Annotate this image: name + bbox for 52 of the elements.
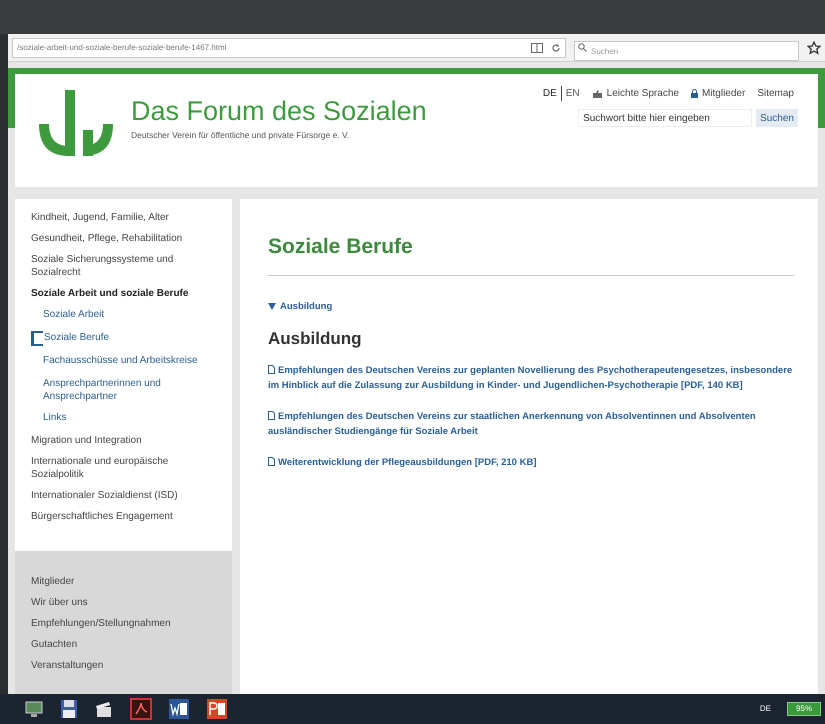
nav-link[interactable]: Kindheit, Jugend, Familie, Alter bbox=[31, 207, 216, 228]
computer-icon[interactable] bbox=[24, 699, 44, 719]
nav-link[interactable]: Internationaler Sozialdienst (ISD) bbox=[31, 485, 216, 506]
nav-link[interactable]: Mitglieder bbox=[31, 571, 216, 592]
nav-link[interactable]: Empfehlungen/Stellungnahmen bbox=[31, 613, 216, 634]
nav-link[interactable]: Wir über uns bbox=[31, 592, 216, 613]
search-icon bbox=[578, 42, 587, 52]
section-heading: Ausbildung bbox=[268, 328, 362, 350]
pdf-app-icon[interactable] bbox=[130, 698, 152, 720]
language-indicator[interactable]: DE bbox=[760, 703, 771, 715]
section-toggle[interactable]: Ausbildung bbox=[268, 300, 332, 314]
reader-view-icon[interactable] bbox=[531, 42, 543, 52]
nav-link[interactable]: Links bbox=[43, 411, 203, 424]
page-title: Soziale Berufe bbox=[268, 231, 794, 276]
reload-icon[interactable] bbox=[551, 42, 561, 52]
nav-link[interactable]: Bürgerschaftliches Engagement bbox=[31, 506, 216, 527]
nav-link[interactable]: Veranstaltungen bbox=[31, 655, 216, 676]
site-subtitle: Deutscher Verein für öffentliche und private Fürsorge e. V. bbox=[131, 129, 350, 142]
nav-link[interactable]: Soziale Berufe bbox=[44, 331, 194, 344]
document-icon bbox=[268, 365, 275, 374]
site-search-field[interactable]: Suchwort bitte hier eingeben bbox=[578, 109, 752, 127]
word-app-icon[interactable] bbox=[168, 698, 190, 720]
battery-indicator[interactable]: 95% bbox=[786, 702, 821, 716]
nav-link[interactable]: Gesundheit, Pflege, Rehabilitation bbox=[31, 228, 216, 249]
nav-link[interactable]: Gutachten bbox=[31, 634, 216, 655]
nav-link[interactable]: Migration und Integration bbox=[31, 430, 216, 451]
browser-search-field[interactable]: Suchen bbox=[574, 41, 799, 61]
bookmark-star-icon[interactable] bbox=[807, 40, 821, 54]
language-link[interactable]: EN bbox=[560, 86, 580, 101]
nav-link[interactable]: Soziale Arbeit und soziale Berufe bbox=[31, 283, 216, 304]
nav-link[interactable]: Internationale und europäische Sozialpolitik bbox=[31, 451, 216, 485]
nav-link[interactable]: Fachausschüsse und Arbeitskreise bbox=[43, 354, 203, 367]
header-link[interactable]: Mitglieder bbox=[702, 86, 746, 101]
clapperboard-icon[interactable] bbox=[94, 699, 114, 719]
header-link[interactable]: Leichte Sprache bbox=[606, 86, 679, 101]
document-link[interactable]: Empfehlungen des Deutschen Vereins zur geplanten Novellierung des Psychotherapeutengesetzes, insbesondere im Hinblick auf die Zulassung zur Ausbildung in Kinder- und Jugendlichen-Psychotherapie [PDF, 140 KB] bbox=[268, 363, 794, 394]
document-link[interactable]: Weiterentwicklung der Pflegeausbildungen [PDF, 210 KB] bbox=[268, 455, 794, 470]
site-title: Das Forum des Sozialen bbox=[131, 98, 427, 125]
url-field[interactable]: /soziale-arbeit-und-soziale-berufe-soziale-berufe-1467.html bbox=[12, 38, 566, 58]
nav-link[interactable]: Soziale Arbeit bbox=[43, 308, 203, 321]
powerpoint-app-icon[interactable] bbox=[206, 698, 228, 720]
lock-icon bbox=[690, 89, 698, 98]
document-icon bbox=[268, 457, 275, 466]
url-text: /soziale-arbeit-und-soziale-berufe-soziale-berufe-1467.html bbox=[17, 42, 228, 54]
triangle-down-icon bbox=[268, 303, 276, 310]
header-link[interactable]: Sitemap bbox=[757, 86, 794, 101]
nav-link[interactable]: Ansprechpartnerinnen und Ansprechpartner bbox=[43, 377, 203, 403]
search-button[interactable]: Suchen bbox=[756, 109, 798, 127]
language-link[interactable]: DE bbox=[542, 86, 557, 101]
nav-link[interactable]: Soziale Sicherungssysteme und Sozialrecht bbox=[31, 249, 216, 283]
document-icon bbox=[268, 411, 275, 420]
document-link[interactable]: Empfehlungen des Deutschen Vereins zur staatlichen Anerkennung von Absolventinnen und Absolventen ausländischer Studiengänge für Soziale Arbeit bbox=[268, 409, 794, 440]
